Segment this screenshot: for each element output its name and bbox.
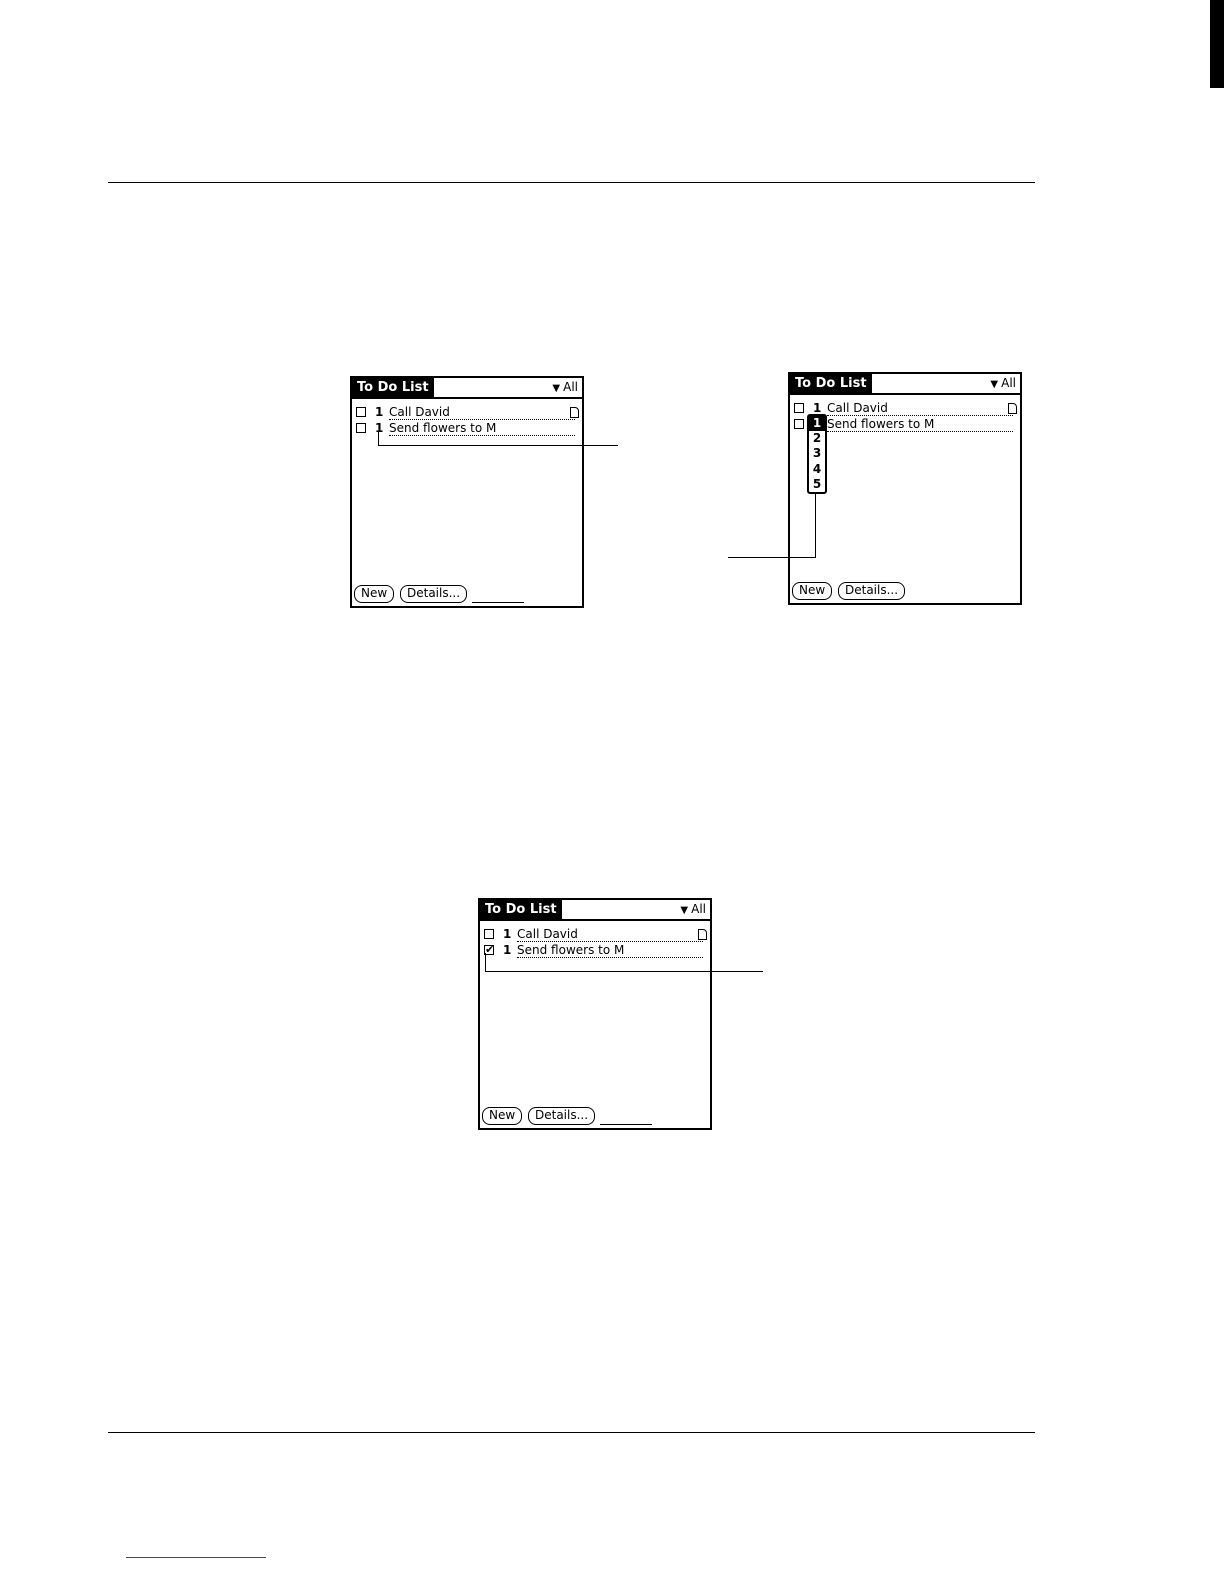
thumb-tab-marker [1210, 0, 1224, 88]
todo-item[interactable]: 1 Call David [794, 400, 1017, 416]
header-rule [108, 182, 1035, 183]
new-button[interactable]: New [792, 582, 833, 600]
category-picker[interactable]: ▼ All [990, 374, 1016, 393]
priority-number[interactable]: 1 [503, 942, 511, 958]
details-button[interactable]: Details... [528, 1107, 596, 1125]
new-button[interactable]: New [482, 1107, 523, 1125]
dropdown-arrow-icon: ▼ [552, 383, 561, 394]
category-label: All [563, 380, 578, 394]
dropdown-arrow-icon: ▼ [990, 379, 999, 390]
graffiti-shift-indicator [600, 1124, 652, 1125]
app-title: To Do List [790, 374, 872, 393]
completion-checkbox[interactable] [356, 423, 366, 433]
note-icon[interactable] [1008, 403, 1017, 414]
priority-number[interactable]: 1 [375, 404, 383, 420]
todo-item[interactable]: 1 Send flowers to M [356, 420, 579, 436]
app-title: To Do List [480, 900, 562, 919]
app-title: To Do List [352, 378, 434, 397]
priority-option[interactable]: 1 [809, 416, 825, 432]
note-icon[interactable] [698, 929, 707, 940]
todo-item[interactable]: 1 Call David [484, 926, 707, 942]
item-description[interactable]: Call David [389, 404, 575, 420]
completion-checkbox[interactable] [484, 929, 494, 939]
category-label: All [691, 902, 706, 916]
details-button[interactable]: Details... [838, 582, 906, 600]
callout-line [378, 445, 618, 446]
todo-screen-priority: To Do List ▼ All 1 Call David 1 Send flow… [350, 376, 584, 608]
graffiti-shift-indicator [472, 602, 524, 603]
priority-option[interactable]: 2 [809, 431, 825, 446]
item-description[interactable]: Call David [517, 926, 703, 942]
todo-screen-completed: To Do List ▼ All 1 Call David ✔ 1 Send fl… [478, 898, 712, 1130]
dropdown-arrow-icon: ▼ [680, 905, 689, 916]
completion-checkbox[interactable] [794, 403, 804, 413]
todo-item[interactable]: 1 Call David [356, 404, 579, 420]
category-picker[interactable]: ▼ All [680, 900, 706, 919]
footer-link-underline [126, 1557, 266, 1558]
priority-option[interactable]: 4 [809, 462, 825, 477]
category-label: All [1001, 376, 1016, 390]
callout-line [485, 971, 763, 972]
callout-line [815, 494, 816, 558]
callout-line [378, 431, 379, 446]
category-picker[interactable]: ▼ All [552, 378, 578, 397]
priority-option[interactable]: 3 [809, 446, 825, 461]
priority-number[interactable]: 1 [375, 420, 383, 436]
item-description[interactable]: Send flowers to M [827, 416, 1013, 432]
item-description[interactable]: Send flowers to M [517, 942, 703, 958]
note-icon[interactable] [570, 407, 579, 418]
new-button[interactable]: New [354, 585, 395, 603]
details-button[interactable]: Details... [400, 585, 468, 603]
title-bar: To Do List ▼ All [480, 900, 710, 921]
completion-checkbox[interactable] [794, 419, 804, 429]
priority-number[interactable]: 1 [503, 926, 511, 942]
todo-screen-priority-popup: To Do List ▼All 1 Call David 1 Send flow… [788, 372, 1022, 605]
callout-line [728, 557, 816, 558]
priority-popup-list[interactable]: 1 2 3 4 5 [807, 414, 827, 494]
item-description[interactable]: Send flowers to M [389, 420, 575, 436]
todo-item[interactable]: 1 Send flowers to M [794, 416, 1017, 432]
todo-item[interactable]: ✔ 1 Send flowers to M [484, 942, 707, 958]
title-bar: To Do List ▼ All [790, 374, 1020, 395]
item-description[interactable]: Call David [827, 400, 1013, 416]
title-bar: To Do List ▼ All [352, 378, 582, 399]
footer-rule [108, 1432, 1035, 1433]
priority-option[interactable]: 5 [809, 477, 825, 492]
completion-checkbox[interactable] [356, 407, 366, 417]
callout-line [485, 953, 486, 972]
